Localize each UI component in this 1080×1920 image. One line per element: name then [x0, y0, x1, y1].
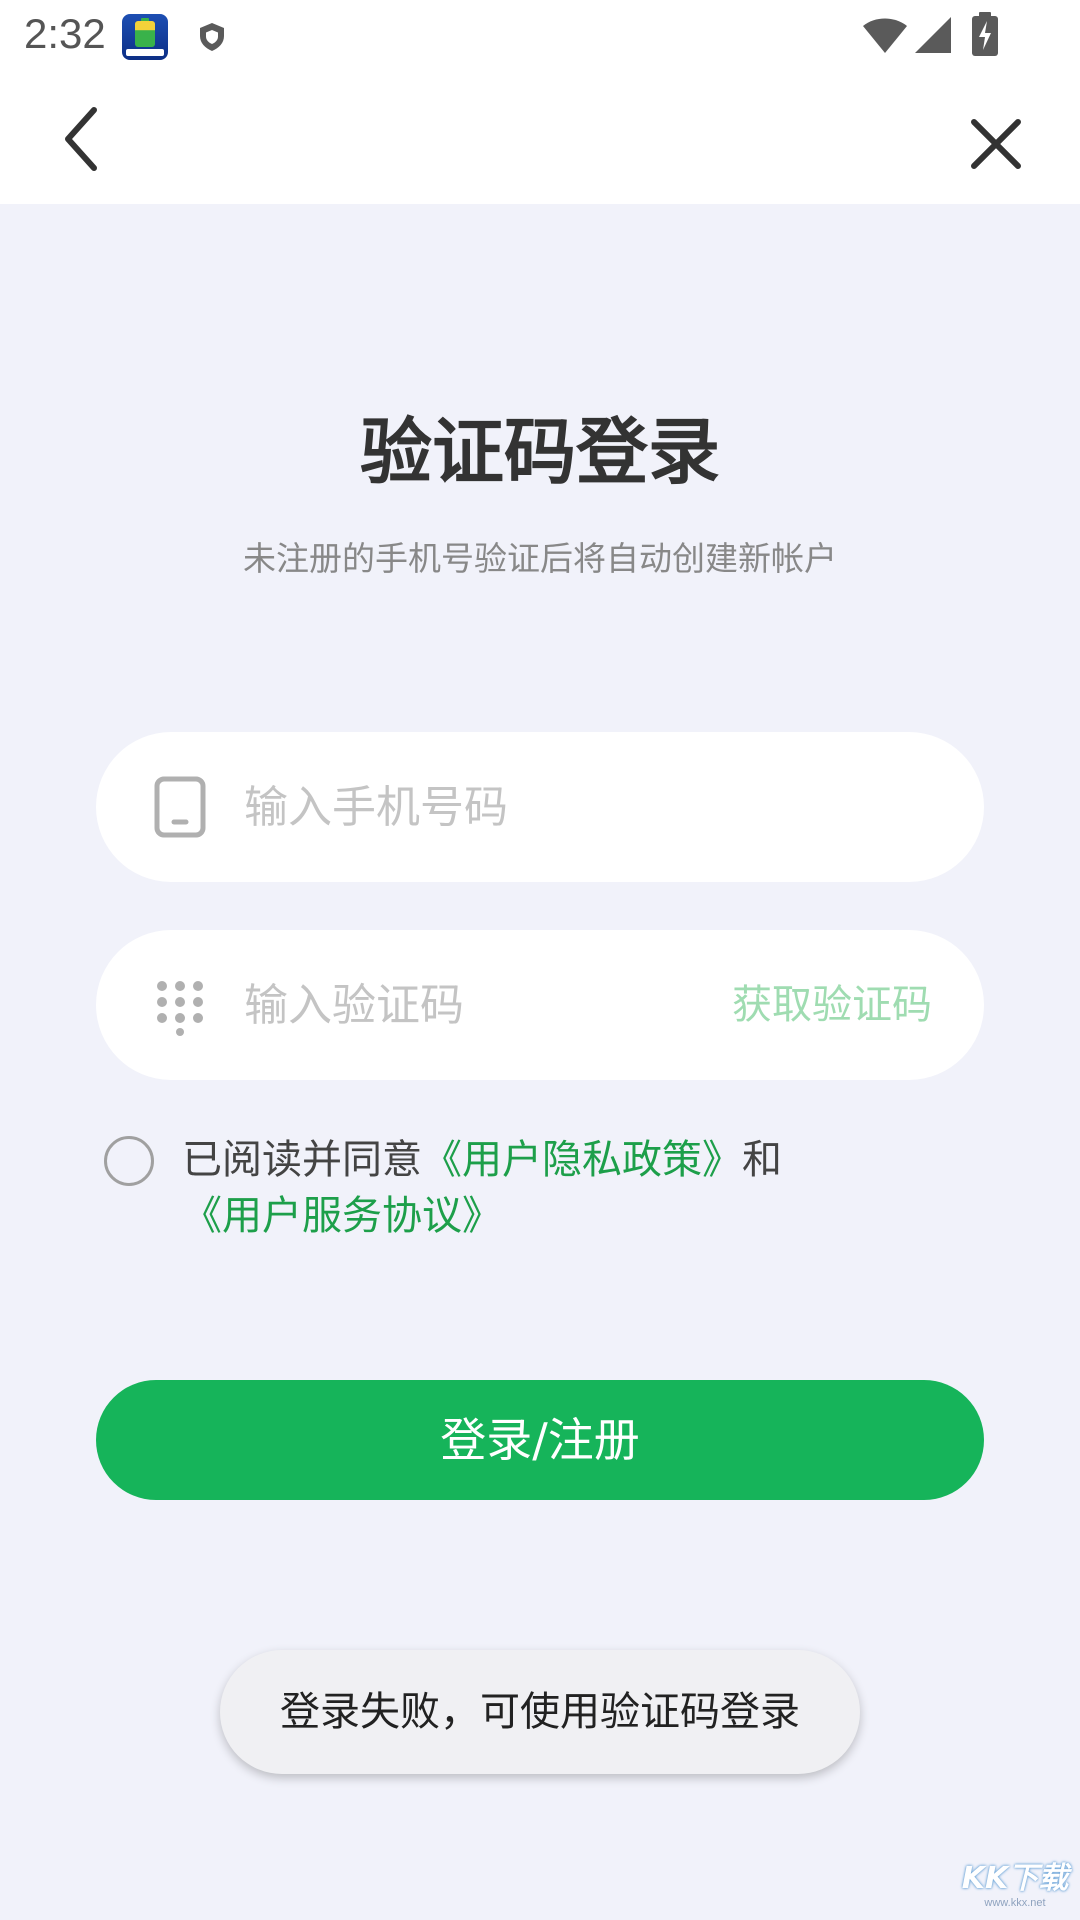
phone-input[interactable]: [244, 772, 764, 842]
battery-app-icon: [122, 14, 168, 60]
agreement-conjunction: 和: [742, 1137, 782, 1183]
watermark-url: www.kkx.net: [984, 1897, 1046, 1909]
status-time: 2:32: [24, 10, 106, 57]
close-button[interactable]: [960, 108, 1032, 180]
page-title: 验证码登录: [359, 410, 720, 494]
signal-icon: [915, 17, 951, 53]
agreement-prefix: 已阅读并同意: [182, 1137, 422, 1183]
back-button[interactable]: [52, 102, 116, 176]
watermark-logo: KK下载: [961, 1861, 1069, 1896]
toast-message: 登录失败，可使用验证码登录: [220, 1650, 860, 1774]
login-register-button[interactable]: 登录/注册: [96, 1380, 984, 1500]
agreement-text: 已阅读并同意《用户隐私政策》和《用户服务协议》: [182, 1132, 822, 1244]
battery-charging-icon: [972, 12, 998, 56]
shield-icon: [200, 23, 224, 51]
chevron-left-icon: [65, 107, 97, 171]
close-icon: [971, 119, 1021, 169]
privacy-policy-link[interactable]: 《用户隐私政策》: [422, 1137, 742, 1183]
service-agreement-link[interactable]: 《用户服务协议》: [182, 1193, 502, 1239]
wifi-icon: [863, 18, 907, 53]
keypad-icon: [157, 981, 203, 1036]
verification-code-input[interactable]: [244, 970, 624, 1040]
header-bar: [0, 72, 1080, 204]
phone-icon: [154, 776, 206, 838]
phone-field[interactable]: [96, 732, 984, 882]
agreement-checkbox[interactable]: [104, 1136, 154, 1186]
status-bar: 2:32: [0, 0, 1080, 72]
verification-code-field[interactable]: 获取验证码: [96, 930, 984, 1080]
get-code-button[interactable]: 获取验证码: [732, 972, 932, 1038]
page-subtitle: 未注册的手机号验证后将自动创建新帐户: [243, 539, 837, 578]
watermark: KK下载 www.kkx.net: [960, 1862, 1070, 1910]
